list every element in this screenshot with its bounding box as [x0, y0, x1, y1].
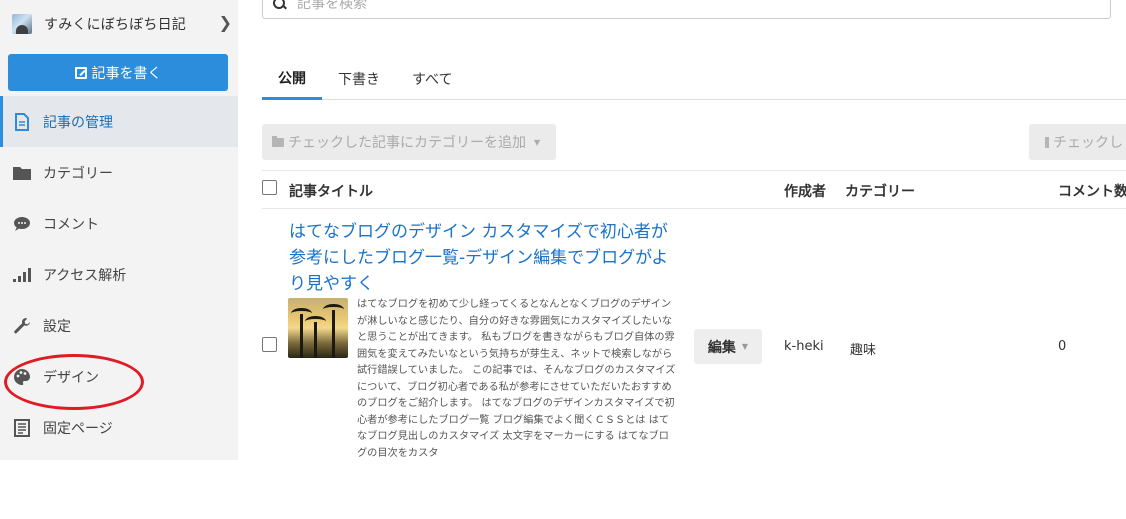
select-all-checkbox[interactable] — [262, 180, 277, 199]
trash-icon — [1045, 136, 1049, 148]
column-comments: コメント数 — [1058, 184, 1126, 200]
article-author: k-heki — [784, 339, 824, 354]
tab-all[interactable]: すべて — [396, 58, 468, 100]
page-root: すみくにぼちぼち日記 ❯ 記事を書く 記事の管理 カテゴリー コメント アクセス… — [0, 0, 1126, 519]
document-icon — [12, 112, 32, 132]
sidebar-item-label: 固定ページ — [43, 420, 113, 437]
sidebar-item-label: 設定 — [43, 318, 71, 335]
write-article-button[interactable]: 記事を書く — [8, 54, 228, 91]
search-input[interactable] — [297, 0, 997, 12]
palette-icon — [12, 367, 32, 387]
sidebar-item-analytics[interactable]: アクセス解析 — [0, 249, 238, 300]
status-tabs: 公開 下書き すべて — [262, 58, 1126, 100]
table-header: 記事タイトル 作成者 カテゴリー コメント数 — [262, 170, 1126, 209]
tab-published[interactable]: 公開 — [262, 58, 322, 100]
sidebar-item-category[interactable]: カテゴリー — [0, 147, 238, 198]
sidebar-item-fixed-page[interactable]: 固定ページ — [0, 402, 238, 453]
article-excerpt: はてなブログを初めて少し経ってくるとなんとなくブログのデザインが淋しいなと感じた… — [357, 299, 676, 459]
edit-label: 編集 — [707, 339, 736, 356]
article-title-link[interactable]: はてなブログのデザイン カスタマイズで初心者が参考にしたブログ一覧-デザイン編集… — [289, 219, 674, 297]
edit-icon — [74, 66, 87, 79]
add-category-label: チェックした記事にカテゴリーを追加 — [288, 135, 526, 151]
blog-name: すみくにぼちぼち日記 — [44, 17, 186, 33]
folder-icon — [272, 135, 284, 147]
tab-drafts[interactable]: 下書き — [322, 58, 396, 100]
edit-button[interactable]: 編集 ▼ — [694, 329, 762, 364]
delete-checked-button[interactable]: チェックし — [1029, 124, 1126, 160]
row-checkbox[interactable] — [262, 337, 277, 356]
caret-down-icon: ▼ — [534, 137, 541, 147]
caret-down-icon: ▼ — [741, 342, 749, 351]
write-article-label: 記事を書く — [91, 65, 162, 82]
sidebar-item-label: デザイン — [43, 369, 99, 386]
column-author: 作成者 — [784, 184, 826, 200]
sidebar-item-comment[interactable]: コメント — [0, 198, 238, 249]
page-icon — [12, 418, 32, 438]
column-title: 記事タイトル — [289, 184, 373, 200]
blog-avatar — [12, 14, 32, 34]
sidebar-nav: 記事の管理 カテゴリー コメント アクセス解析 設定 デザイン 固定ページ — [0, 96, 238, 453]
sidebar-item-label: カテゴリー — [43, 165, 113, 182]
article-comment-count: 0 — [1058, 339, 1067, 354]
sidebar-item-settings[interactable]: 設定 — [0, 300, 238, 351]
chevron-right-icon: ❯ — [218, 13, 232, 32]
bar-chart-icon — [12, 265, 32, 285]
article-thumbnail — [288, 298, 348, 358]
sidebar-item-label: アクセス解析 — [43, 267, 127, 284]
sidebar-item-label: コメント — [43, 216, 99, 233]
delete-checked-label: チェックし — [1053, 135, 1123, 151]
add-category-button[interactable]: チェックした記事にカテゴリーを追加 ▼ — [262, 124, 556, 160]
sidebar: すみくにぼちぼち日記 ❯ 記事を書く 記事の管理 カテゴリー コメント アクセス… — [0, 0, 238, 460]
article-category: 趣味 — [850, 343, 877, 358]
sidebar-item-label: 記事の管理 — [43, 114, 113, 131]
folder-icon — [12, 163, 32, 183]
blog-selector[interactable]: すみくにぼちぼち日記 ❯ — [0, 0, 238, 48]
sidebar-item-articles[interactable]: 記事の管理 — [0, 96, 238, 147]
column-category: カテゴリー — [845, 184, 915, 200]
search-icon — [273, 0, 287, 11]
wrench-icon — [12, 316, 32, 336]
comment-icon — [12, 214, 32, 234]
sidebar-item-design[interactable]: デザイン — [0, 351, 238, 402]
search-bar — [262, 0, 1111, 19]
table-row: はてなブログのデザイン カスタマイズで初心者が参考にしたブログ一覧-デザイン編集… — [262, 209, 1126, 469]
